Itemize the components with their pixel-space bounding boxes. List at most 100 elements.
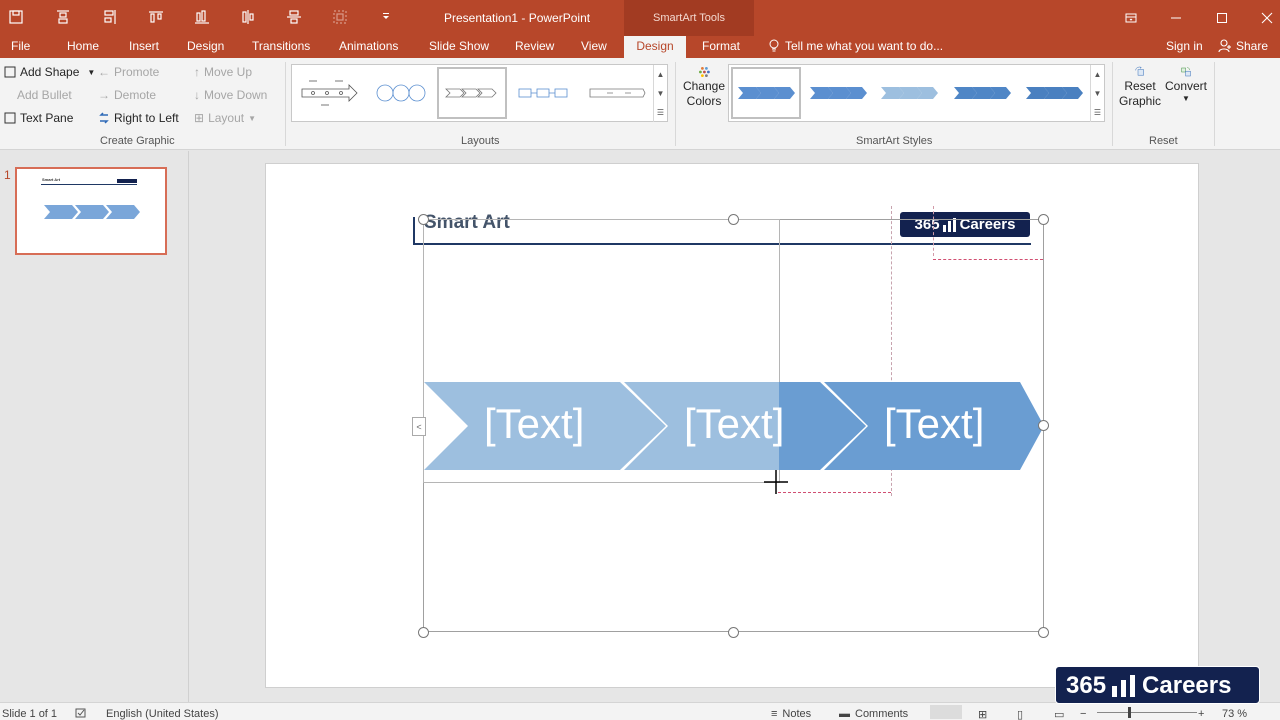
minimize-icon[interactable] bbox=[1166, 8, 1186, 28]
style-option-5[interactable] bbox=[1019, 67, 1089, 119]
convert-button[interactable]: Convert ▼ bbox=[1163, 66, 1209, 103]
add-shape-icon bbox=[4, 66, 16, 78]
chevron-3-text[interactable]: [Text] bbox=[884, 400, 984, 448]
tab-file[interactable]: File bbox=[11, 39, 30, 53]
arrow-right-icon: → bbox=[98, 88, 110, 102]
resize-handle[interactable] bbox=[728, 214, 739, 225]
add-shape-button[interactable]: Add Shape ▼ bbox=[4, 65, 95, 79]
slide-canvas[interactable]: Smart Art 365 Careers [Text] [Text] [Tex… bbox=[265, 163, 1199, 688]
layout-option-boxes[interactable] bbox=[510, 67, 580, 119]
save-icon[interactable] bbox=[6, 7, 26, 27]
gallery-more-icon[interactable]: ☰ bbox=[653, 103, 667, 122]
group-separator bbox=[1214, 62, 1215, 146]
align-middle-icon[interactable] bbox=[284, 7, 304, 27]
group-icon bbox=[330, 7, 350, 27]
chevron-2-text[interactable]: [Text] bbox=[684, 400, 784, 448]
style-option-4[interactable] bbox=[947, 67, 1017, 119]
tab-slide-show[interactable]: Slide Show bbox=[429, 39, 489, 53]
styles-more-icon[interactable]: ☰ bbox=[1090, 103, 1104, 122]
zoom-level[interactable]: 73 % bbox=[1222, 708, 1247, 720]
chevron-1-text[interactable]: [Text] bbox=[484, 400, 584, 448]
reading-view-icon[interactable]: ▯ bbox=[1017, 708, 1023, 720]
tab-smartart-design[interactable]: Design bbox=[624, 36, 686, 58]
layout-option-basic-chevron[interactable] bbox=[437, 67, 507, 119]
tab-format[interactable]: Format bbox=[702, 39, 740, 53]
right-to-left-icon bbox=[99, 112, 109, 124]
move-down-label: Move Down bbox=[204, 88, 268, 102]
move-up-label: Move Up bbox=[204, 65, 253, 79]
slide-show-icon[interactable]: ▭ bbox=[1054, 708, 1064, 720]
ribbon-display-icon[interactable] bbox=[1121, 8, 1141, 28]
gallery-scroll-up-icon[interactable]: ▲ bbox=[653, 65, 667, 84]
resize-handle[interactable] bbox=[418, 214, 429, 225]
arrow-up-icon: ↑ bbox=[194, 65, 200, 79]
slide-sorter-icon[interactable]: ⊞ bbox=[978, 708, 987, 720]
style-option-3[interactable] bbox=[874, 67, 944, 119]
share-button[interactable]: Share bbox=[1218, 39, 1268, 53]
convert-icon bbox=[1181, 67, 1191, 77]
language-indicator[interactable]: English (United States) bbox=[106, 708, 219, 720]
text-pane-button[interactable]: Text Pane bbox=[4, 111, 73, 125]
layout-label: Layout bbox=[208, 111, 245, 125]
layout-option-circles[interactable] bbox=[366, 67, 436, 119]
smartart-styles-gallery[interactable]: ▲ ▼ ☰ bbox=[728, 64, 1105, 122]
tab-transitions[interactable]: Transitions bbox=[252, 39, 310, 53]
right-to-left-button[interactable]: Right to Left bbox=[98, 111, 179, 125]
tell-me-search[interactable]: Tell me what you want to do... bbox=[768, 39, 943, 53]
style-option-2[interactable] bbox=[803, 67, 873, 119]
tab-view[interactable]: View bbox=[581, 39, 607, 53]
styles-scroll-down-icon[interactable]: ▼ bbox=[1090, 84, 1104, 103]
thumbnail-title-rule bbox=[41, 184, 137, 185]
layouts-gallery[interactable]: ▲ ▼ ☰ bbox=[291, 64, 668, 122]
notes-icon: ≡ bbox=[771, 708, 778, 720]
resize-handle[interactable] bbox=[728, 627, 739, 638]
tab-insert[interactable]: Insert bbox=[129, 39, 159, 53]
watermark-logo: 365 Careers bbox=[1055, 666, 1260, 704]
zoom-slider[interactable] bbox=[1097, 712, 1197, 713]
zoom-slider-thumb[interactable] bbox=[1128, 707, 1131, 718]
zoom-out-icon[interactable]: − bbox=[1080, 708, 1086, 720]
maximize-icon[interactable] bbox=[1212, 8, 1232, 28]
tab-design[interactable]: Design bbox=[187, 39, 224, 53]
convert-label: Convert bbox=[1164, 79, 1208, 93]
style-option-1[interactable] bbox=[731, 67, 801, 119]
close-icon[interactable] bbox=[1257, 8, 1277, 28]
align-left-icon[interactable] bbox=[100, 7, 120, 27]
right-to-left-label: Right to Left bbox=[114, 111, 179, 125]
spell-check-icon[interactable] bbox=[75, 708, 87, 719]
customize-qat-icon[interactable] bbox=[376, 7, 396, 27]
chevron-down-icon: ▼ bbox=[248, 113, 257, 123]
comments-button[interactable]: ▬ Comments bbox=[839, 708, 908, 720]
tab-home[interactable]: Home bbox=[67, 39, 99, 53]
chevron-down-icon: ▼ bbox=[1182, 94, 1190, 103]
normal-view-button[interactable] bbox=[930, 705, 962, 719]
tab-animations[interactable]: Animations bbox=[339, 39, 398, 53]
resize-handle[interactable] bbox=[418, 627, 429, 638]
align-top-icon[interactable] bbox=[53, 7, 73, 27]
sign-in-link[interactable]: Sign in bbox=[1166, 39, 1203, 53]
notes-button[interactable]: ≡ Notes bbox=[771, 708, 811, 720]
slide-thumbnail[interactable]: Smart Art bbox=[15, 167, 167, 255]
text-pane-toggle[interactable]: < bbox=[412, 417, 426, 436]
resize-handle[interactable] bbox=[1038, 214, 1049, 225]
zoom-in-icon[interactable]: + bbox=[1198, 708, 1204, 720]
layout-option-process-arrows[interactable] bbox=[582, 67, 652, 119]
text-pane-label: Text Pane bbox=[20, 111, 74, 125]
align-center-icon[interactable] bbox=[238, 7, 258, 27]
change-colors-button[interactable]: Change Colors bbox=[682, 66, 726, 108]
title-left-bar bbox=[413, 217, 415, 244]
reset-graphic-button[interactable]: Reset Graphic bbox=[1117, 66, 1163, 108]
tab-review[interactable]: Review bbox=[515, 39, 554, 53]
layout-option-arrow-timeline[interactable] bbox=[294, 67, 364, 119]
watermark-text-careers: Careers bbox=[1142, 672, 1232, 699]
resize-handle[interactable] bbox=[1038, 420, 1049, 431]
distribute-icon[interactable] bbox=[146, 7, 166, 27]
slide-number: 1 bbox=[4, 168, 11, 182]
styles-scroll-up-icon[interactable]: ▲ bbox=[1090, 65, 1104, 84]
resize-handle[interactable] bbox=[1038, 627, 1049, 638]
align-bottom-icon[interactable] bbox=[192, 7, 212, 27]
layout-icon: ⊞ bbox=[194, 111, 205, 125]
gallery-scroll-down-icon[interactable]: ▼ bbox=[653, 84, 667, 103]
group-separator bbox=[285, 62, 286, 146]
group-label-reset: Reset bbox=[1149, 135, 1178, 147]
